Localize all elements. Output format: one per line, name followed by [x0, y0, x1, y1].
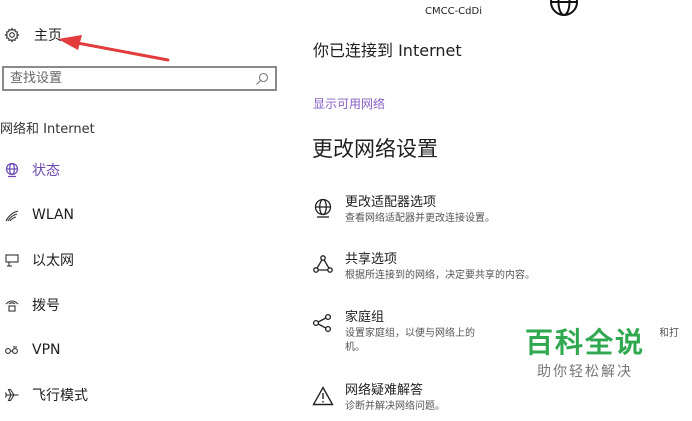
sidebar-item-status[interactable]: 状态 — [4, 158, 60, 182]
sidebar-item-label: VPN — [32, 342, 61, 358]
sharing-options[interactable]: 共享选项 根据所连接到的网络，决定要共享的内容。 — [312, 248, 692, 284]
sidebar-item-label: 拨号 — [32, 298, 60, 314]
watermark-title: 百科全说 — [524, 326, 645, 359]
option-description: 查看网络适配器并更改连接设置。 — [345, 213, 495, 224]
home-label: 主页 — [34, 28, 62, 44]
search-input[interactable] — [4, 68, 255, 89]
option-title: 更改适配器选项 — [345, 195, 437, 210]
network-name: CMCC-CdDi — [425, 6, 482, 17]
dialup-icon — [4, 297, 20, 313]
home-nav-item[interactable]: 主页 — [4, 24, 62, 46]
change-adapter-options[interactable]: 更改适配器选项 查看网络适配器并更改连接设置。 — [312, 191, 692, 227]
settings-sidebar: 主页 网络和 Internet 状态 W — [0, 0, 285, 421]
option-description: 诊断并解决网络问题。 — [345, 401, 445, 412]
change-network-settings-heading: 更改网络设置 — [312, 137, 438, 161]
option-description: 根据所连接到的网络，决定要共享的内容。 — [345, 270, 535, 281]
sidebar-item-label: 状态 — [32, 163, 60, 179]
settings-search-box — [2, 66, 277, 91]
sidebar-item-label: 飞行模式 — [32, 388, 88, 404]
option-title: 家庭组 — [345, 310, 385, 325]
option-title: 网络疑难解答 — [345, 383, 424, 398]
sidebar-item-label: WLAN — [32, 207, 75, 223]
connection-status: 你已连接到 Internet — [313, 41, 462, 60]
wifi-icon — [4, 207, 20, 223]
sidebar-item-wlan[interactable]: WLAN — [4, 203, 74, 227]
option-title: 共享选项 — [345, 252, 398, 267]
share-icon — [312, 254, 334, 276]
sidebar-item-ethernet[interactable]: 以太网 — [4, 248, 74, 272]
homegroup-icon — [312, 312, 334, 334]
option-description: 设置家庭组，以便与网络上的 — [345, 328, 475, 339]
gear-icon — [4, 27, 20, 43]
vpn-icon — [4, 342, 20, 358]
sidebar-item-airplane[interactable]: 飞行模式 — [4, 383, 88, 407]
sidebar-item-label: 以太网 — [32, 253, 74, 269]
sidebar-item-dialup[interactable]: 拨号 — [4, 293, 60, 317]
watermark-subtitle: 助你轻松解决 — [537, 364, 633, 380]
globe-icon — [312, 197, 334, 219]
show-available-networks-link[interactable]: 显示可用网络 — [313, 95, 385, 112]
network-group-heading: 网络和 Internet — [0, 122, 95, 137]
watermark: 百科全说 助你轻松解决 — [510, 325, 660, 395]
option-description-line2: 机。 — [345, 342, 365, 353]
status-icon — [4, 162, 20, 178]
search-icon[interactable] — [255, 72, 269, 86]
network-globe-icon — [548, 0, 580, 18]
warning-icon — [312, 385, 334, 407]
sidebar-item-vpn[interactable]: VPN — [4, 338, 61, 362]
airplane-icon — [4, 387, 20, 403]
ethernet-icon — [4, 252, 20, 268]
